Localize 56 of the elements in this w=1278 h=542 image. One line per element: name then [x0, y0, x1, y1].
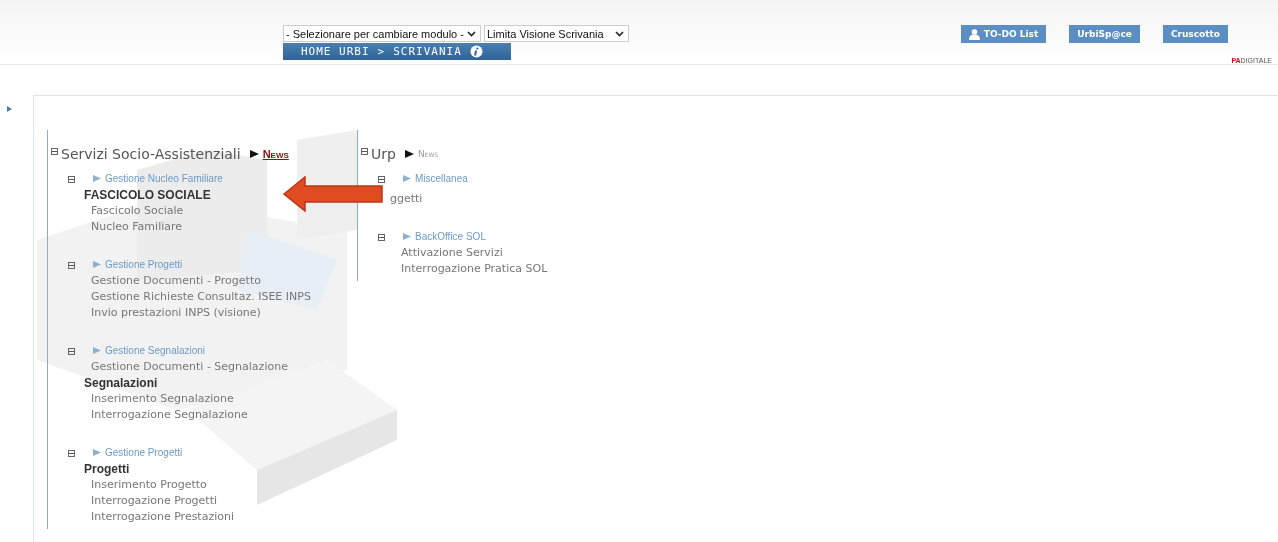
- menu-link[interactable]: Interrogazione Prestazioni: [91, 509, 235, 525]
- group-link[interactable]: Gestione Progetti: [93, 258, 183, 270]
- group-link[interactable]: Gestione Nucleo Familiare: [93, 172, 223, 184]
- module-select[interactable]: - Selezionare per cambiare modulo -: [283, 25, 481, 42]
- breadcrumb-separator: >: [377, 45, 386, 58]
- view-select[interactable]: Limita Visione Scrivania: [484, 25, 629, 42]
- news-link[interactable]: News: [249, 145, 289, 163]
- header-button[interactable]: Cruscotto: [1162, 25, 1228, 43]
- collapse-icon[interactable]: [361, 148, 368, 155]
- menu-link[interactable]: Gestione Documenti - Segnalazione: [91, 359, 288, 375]
- collapse-icon[interactable]: [68, 450, 75, 457]
- play-icon: [93, 174, 101, 182]
- play-icon: [249, 150, 259, 158]
- section-title: Urp: [371, 145, 396, 163]
- play-icon: [93, 346, 101, 354]
- triangle-icon[interactable]: [7, 106, 12, 112]
- category-label: FASCICOLO SOCIALE: [84, 187, 211, 203]
- header-button[interactable]: UrbiSp@ce: [1069, 25, 1140, 43]
- menu-link[interactable]: Nucleo Familiare: [91, 219, 183, 235]
- menu-link[interactable]: Attivazione Servizi: [401, 245, 503, 261]
- group-link[interactable]: Miscellanea: [403, 172, 468, 184]
- category-label: Progetti: [84, 461, 130, 477]
- news-link[interactable]: News: [404, 145, 439, 163]
- info-icon[interactable]: [469, 45, 483, 58]
- play-icon: [93, 260, 101, 268]
- play-icon: [403, 232, 411, 240]
- breadcrumb-link[interactable]: SCRIVANIA: [393, 45, 462, 58]
- group-link[interactable]: Gestione Progetti: [93, 446, 183, 458]
- chevron-icon: [467, 30, 476, 37]
- play-icon: [404, 150, 414, 158]
- menu-link[interactable]: Interrogazione Pratica SOL: [401, 261, 548, 277]
- collapse-icon[interactable]: [51, 148, 58, 155]
- menu-link[interactable]: Interrogazione Segnalazione: [91, 407, 248, 423]
- chevron-icon: [615, 30, 624, 37]
- collapse-icon[interactable]: [68, 348, 75, 355]
- category-label: Segnalazioni: [84, 375, 158, 391]
- group-link[interactable]: Gestione Segnalazioni: [93, 344, 206, 356]
- menu-link[interactable]: Interrogazione Progetti: [91, 493, 218, 509]
- menu-link[interactable]: Inserimento Segnalazione: [91, 391, 234, 407]
- menu-link[interactable]: Gestione Richieste Consultaz. ISEE INPS: [91, 289, 311, 305]
- collapse-icon[interactable]: [378, 234, 385, 241]
- breadcrumb-link[interactable]: HOME URBI: [301, 45, 370, 58]
- section-title: Servizi Socio-Assistenziali: [61, 145, 241, 163]
- menu-link[interactable]: Invio prestazioni INPS (visione): [91, 305, 261, 321]
- play-icon: [93, 448, 101, 456]
- group-link[interactable]: BackOffice SOL: [403, 230, 486, 242]
- header-button[interactable]: TO-DO List: [960, 25, 1047, 43]
- menu-link[interactable]: Inserimento Progetto: [91, 477, 207, 493]
- menu-link[interactable]: Fascicolo Sociale: [91, 203, 184, 219]
- menu-link[interactable]: Gestione Documenti - Progetto: [91, 273, 261, 289]
- menu-link[interactable]: ggetti: [390, 191, 423, 207]
- play-icon: [403, 174, 411, 182]
- collapse-icon[interactable]: [68, 176, 75, 183]
- collapse-icon[interactable]: [378, 176, 385, 183]
- collapse-icon[interactable]: [68, 262, 75, 269]
- user-icon: [968, 28, 980, 40]
